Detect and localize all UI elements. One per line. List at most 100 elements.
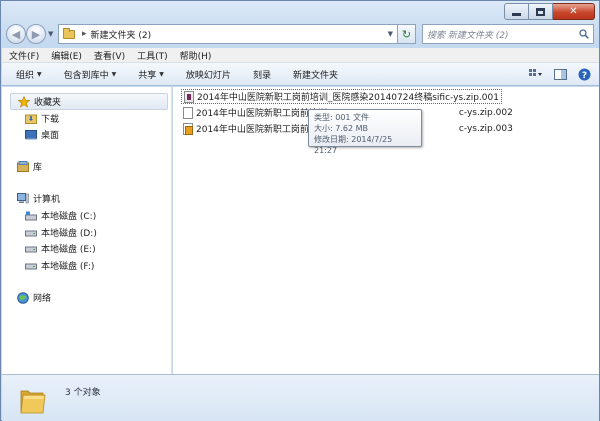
blank-file-icon <box>183 106 193 119</box>
arrow-left-icon: ◀ <box>11 27 21 41</box>
nav-drive-c[interactable]: 本地磁盘 (C:) <box>24 208 96 223</box>
slideshow-button[interactable]: 放映幻灯片 <box>186 68 231 81</box>
include-library-label: 包含到库中 <box>63 70 109 81</box>
tooltip-type: 类型: 001 文件 <box>314 113 370 122</box>
navigation-pane: 收藏夹 下载 桌面 库 计算机 本地磁盘 (C:) 本地磁盘 (D:) 本地磁盘… <box>2 87 172 374</box>
nav-downloads[interactable]: 下载 <box>24 111 59 126</box>
system-drive-icon <box>24 210 37 222</box>
object-count: 3 个对象 <box>65 388 101 398</box>
share-button[interactable]: 共享 ▼ <box>138 68 164 81</box>
nav-libraries[interactable]: 库 <box>16 159 42 174</box>
file-name-suffix: c-ys.zip.003 <box>458 123 513 134</box>
address-bar[interactable]: ▸ 新建文件夹 (2) ▼ <box>58 24 398 44</box>
command-bar: 组织 ▼ 包含到库中 ▼ 共享 ▼ 放映幻灯片 刻录 新建文件夹 ? <box>2 63 599 86</box>
nav-favorites-label: 收藏夹 <box>34 98 62 108</box>
nav-buttons: ◀ ▶ ▼ <box>6 23 53 45</box>
nav-drive-e-label: 本地磁盘 (E:) <box>41 245 96 255</box>
search-placeholder: 搜索 新建文件夹 (2) <box>427 30 509 41</box>
view-controls: ? <box>519 67 591 81</box>
back-button[interactable]: ◀ <box>6 24 26 44</box>
hard-drive-icon <box>24 227 37 239</box>
file-row[interactable]: 2014年中山医院新职工岗前培训_医院感染20140724终稿sific-ys.… <box>181 89 502 104</box>
address-path[interactable]: 新建文件夹 (2) <box>91 28 152 41</box>
explorer-window: ✕ ◀ ▶ ▼ ▸ 新建文件夹 (2) ▼ ↻ 搜索 新建文件夹 (2) 文件(… <box>0 0 600 421</box>
view-grid-icon <box>529 69 542 76</box>
caption-buttons: ✕ <box>504 3 595 20</box>
menu-tools[interactable]: 工具(T) <box>137 49 168 62</box>
menu-file[interactable]: 文件(F) <box>9 49 39 62</box>
tooltip-modified: 修改日期: 2014/7/25 21:27 <box>314 135 393 155</box>
minimize-button[interactable] <box>504 3 529 20</box>
new-folder-label: 新建文件夹 <box>292 70 338 81</box>
details-pane: 3 个对象 <box>2 374 599 421</box>
chevron-right-icon[interactable]: ▸ <box>82 29 87 39</box>
nav-drive-c-label: 本地磁盘 (C:) <box>41 212 97 222</box>
burn-button[interactable]: 刻录 <box>253 68 271 81</box>
nav-network-label: 网络 <box>33 294 52 304</box>
search-icon[interactable] <box>579 29 589 39</box>
nav-network[interactable]: 网络 <box>16 290 51 305</box>
svg-text:?: ? <box>581 71 586 81</box>
refresh-icon: ↻ <box>401 27 412 41</box>
slideshow-label: 放映幻灯片 <box>185 70 231 81</box>
desktop-icon <box>24 129 37 141</box>
tooltip-size: 大小: 7.62 MB <box>314 124 368 133</box>
nav-desktop-label: 桌面 <box>41 131 60 141</box>
chevron-down-icon: ▼ <box>159 70 164 78</box>
folder-icon <box>63 27 75 39</box>
chevron-down-icon: ▼ <box>37 70 42 78</box>
menu-help[interactable]: 帮助(H) <box>180 49 212 62</box>
zip-file-icon <box>183 122 193 135</box>
nav-libraries-label: 库 <box>33 163 43 173</box>
nav-computer[interactable]: 计算机 <box>16 191 60 206</box>
new-folder-button[interactable]: 新建文件夹 <box>293 68 338 81</box>
menu-edit[interactable]: 编辑(E) <box>51 49 82 62</box>
view-options-button[interactable] <box>529 67 543 81</box>
network-icon <box>16 291 29 304</box>
minimize-icon <box>512 13 521 16</box>
help-icon: ? <box>578 68 590 81</box>
help-button[interactable]: ? <box>577 67 591 81</box>
chevron-down-icon: ▼ <box>111 70 117 78</box>
nav-desktop[interactable]: 桌面 <box>24 127 59 142</box>
preview-pane-icon <box>553 68 567 80</box>
organize-button[interactable]: 组织 ▼ <box>16 68 42 81</box>
download-folder-icon <box>24 113 37 125</box>
recent-pages-dropdown[interactable]: ▼ <box>48 30 53 38</box>
preview-pane-button[interactable] <box>553 67 567 81</box>
nav-drive-d-label: 本地磁盘 (D:) <box>41 229 97 239</box>
arrow-right-icon: ▶ <box>31 27 41 41</box>
nav-downloads-label: 下载 <box>41 115 60 125</box>
close-button[interactable]: ✕ <box>553 3 595 20</box>
menu-view[interactable]: 查看(V) <box>94 49 125 62</box>
forward-button[interactable]: ▶ <box>26 24 46 44</box>
nav-drive-e[interactable]: 本地磁盘 (E:) <box>24 241 96 256</box>
library-icon <box>16 161 29 173</box>
close-icon: ✕ <box>569 6 578 17</box>
file-name: 2014年中山医院新职工岗前培训_医院感染20140724终稿sific-ys.… <box>197 93 499 103</box>
nav-computer-label: 计算机 <box>33 195 61 205</box>
address-dropdown-icon[interactable]: ▼ <box>388 30 393 38</box>
include-library-button[interactable]: 包含到库中 ▼ <box>64 68 117 81</box>
organize-label: 组织 <box>16 70 35 81</box>
nav-drive-d[interactable]: 本地磁盘 (D:) <box>24 225 97 240</box>
nav-favorites[interactable]: 收藏夹 <box>10 93 168 110</box>
folder-icon <box>20 390 46 414</box>
file-tooltip: 类型: 001 文件 大小: 7.62 MB 修改日期: 2014/7/25 2… <box>308 109 422 155</box>
nav-drive-f-label: 本地磁盘 (F:) <box>41 262 95 272</box>
hard-drive-icon <box>24 260 37 272</box>
maximize-icon <box>536 7 545 16</box>
hard-drive-icon <box>24 243 37 255</box>
share-label: 共享 <box>138 70 157 81</box>
archive-file-icon <box>184 90 194 103</box>
nav-drive-f[interactable]: 本地磁盘 (F:) <box>24 258 94 273</box>
address-row: ◀ ▶ ▼ ▸ 新建文件夹 (2) ▼ ↻ 搜索 新建文件夹 (2) <box>6 23 596 45</box>
computer-icon <box>16 193 29 205</box>
maximize-button[interactable] <box>529 3 553 20</box>
search-input[interactable]: 搜索 新建文件夹 (2) <box>422 24 594 44</box>
menu-bar: 文件(F) 编辑(E) 查看(V) 工具(T) 帮助(H) <box>2 48 599 63</box>
file-name-suffix: c-ys.zip.002 <box>458 107 513 118</box>
refresh-button[interactable]: ↻ <box>398 24 416 44</box>
burn-label: 刻录 <box>252 70 271 81</box>
star-icon <box>17 95 30 108</box>
